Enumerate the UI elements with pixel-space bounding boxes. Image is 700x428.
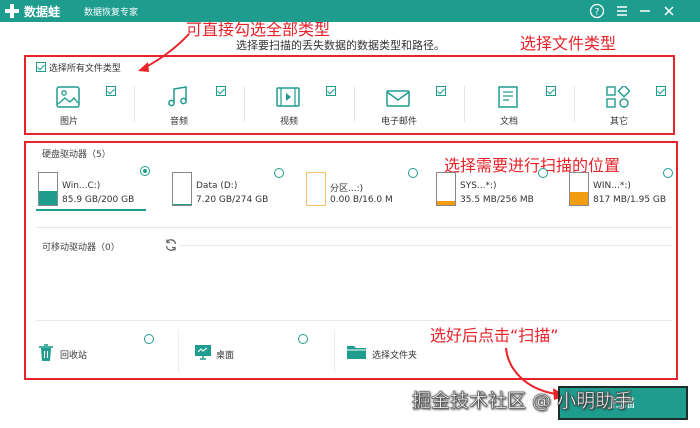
refresh-icon[interactable] bbox=[164, 238, 178, 252]
drive-item[interactable]: Win...C:) 85.9 GB/200 GB bbox=[36, 166, 161, 208]
type-label: 视频 bbox=[279, 117, 298, 127]
document-icon bbox=[498, 86, 518, 108]
music-icon bbox=[168, 86, 187, 107]
location-desktop[interactable]: 桌面 bbox=[192, 328, 317, 378]
drive-usage-fill bbox=[570, 191, 588, 205]
drive-name: 分区...:) bbox=[330, 184, 364, 194]
annotation-file-types: 选择文件类型 bbox=[520, 34, 617, 53]
drive-size: 0.00 B/16.0 M bbox=[330, 195, 393, 205]
divider bbox=[464, 86, 465, 122]
drive-radio[interactable] bbox=[274, 168, 284, 178]
app-subtitle: 数据恢复专家 bbox=[84, 8, 139, 18]
checkbox-icon bbox=[216, 86, 226, 96]
desktop-icon bbox=[195, 345, 211, 360]
recycle-bin-icon bbox=[39, 344, 53, 361]
divider bbox=[134, 86, 135, 122]
menu-icon[interactable] bbox=[614, 3, 630, 19]
checkbox-icon bbox=[326, 86, 336, 96]
app-name: 数据蛙 bbox=[24, 5, 61, 19]
checkbox-icon bbox=[656, 86, 666, 96]
divider bbox=[178, 330, 179, 372]
file-type-list: 图片 音频 视频 电子邮件 文档 其它 bbox=[34, 80, 674, 130]
checkbox-icon bbox=[106, 86, 116, 96]
divider bbox=[354, 86, 355, 122]
drive-icon bbox=[436, 172, 456, 206]
type-label: 文档 bbox=[499, 117, 518, 127]
checkbox-icon bbox=[36, 62, 46, 72]
title-bar: 数据蛙 数据恢复专家 ? bbox=[0, 0, 700, 22]
divider bbox=[574, 86, 575, 122]
drive-size: 7.20 GB/274 GB bbox=[196, 195, 269, 205]
divider bbox=[36, 227, 672, 228]
close-icon[interactable] bbox=[661, 3, 677, 19]
drive-name: Win...C:) bbox=[62, 181, 101, 191]
location-recycle-bin[interactable]: 回收站 bbox=[36, 328, 161, 378]
drive-name: SYS...*:) bbox=[460, 181, 497, 191]
drive-item[interactable]: WIN...*:) 817 MB/1.95 GB bbox=[567, 168, 692, 208]
folder-icon bbox=[347, 346, 366, 359]
drive-icon bbox=[172, 172, 192, 206]
location-radio[interactable] bbox=[144, 334, 154, 344]
drive-usage-fill bbox=[39, 191, 57, 205]
logo-icon bbox=[5, 4, 19, 18]
email-icon bbox=[386, 90, 410, 107]
minimize-icon[interactable] bbox=[637, 3, 653, 19]
type-card-document[interactable]: 文档 bbox=[474, 80, 564, 130]
drive-usage-fill bbox=[173, 204, 191, 205]
drive-icon bbox=[38, 172, 58, 206]
drive-radio[interactable] bbox=[538, 168, 548, 178]
drive-radio[interactable] bbox=[663, 168, 673, 178]
drive-name: WIN...*:) bbox=[593, 181, 631, 191]
type-label: 其它 bbox=[609, 117, 628, 127]
annotation-scan: 选好后点击“扫描” bbox=[430, 326, 559, 345]
location-label: 桌面 bbox=[216, 351, 235, 361]
divider bbox=[244, 86, 245, 122]
type-card-image[interactable]: 图片 bbox=[34, 80, 124, 130]
drive-size: 35.5 MB/256 MB bbox=[460, 195, 534, 205]
selected-drive-underline bbox=[36, 209, 146, 211]
checkbox-icon bbox=[546, 86, 556, 96]
drive-name: Data (D:) bbox=[196, 181, 238, 191]
drive-item[interactable]: SYS...*:) 35.5 MB/256 MB bbox=[434, 168, 559, 208]
drive-radio[interactable] bbox=[140, 166, 150, 176]
drive-size: 85.9 GB/200 GB bbox=[62, 195, 135, 205]
watermark: 掘金技术社区 @ 小明助手 bbox=[412, 390, 634, 413]
hard-drives-title: 硬盘驱动器（5） bbox=[42, 150, 111, 160]
divider bbox=[180, 245, 672, 246]
drive-icon bbox=[569, 172, 589, 206]
image-icon bbox=[56, 86, 80, 108]
select-all-checkbox[interactable]: 选择所有文件类型 bbox=[36, 61, 121, 74]
svg-text:?: ? bbox=[595, 8, 600, 18]
drive-radio[interactable] bbox=[408, 168, 418, 178]
type-label: 电子邮件 bbox=[380, 117, 417, 127]
location-label: 回收站 bbox=[60, 351, 88, 361]
drive-item[interactable]: 分区...:) 0.00 B/16.0 M bbox=[304, 168, 429, 208]
help-icon[interactable]: ? bbox=[589, 3, 605, 19]
drive-icon bbox=[306, 172, 326, 206]
type-label: 图片 bbox=[59, 117, 78, 127]
drive-size: 817 MB/1.95 GB bbox=[593, 195, 667, 205]
divider bbox=[334, 330, 335, 372]
checkbox-icon bbox=[436, 86, 446, 96]
others-icon bbox=[606, 86, 630, 108]
instruction-text: 选择要扫描的丢失数据的数据类型和路径。 bbox=[236, 39, 445, 52]
video-icon bbox=[276, 87, 300, 107]
type-card-others[interactable]: 其它 bbox=[584, 80, 674, 130]
drive-item[interactable]: Data (D:) 7.20 GB/274 GB bbox=[170, 168, 295, 208]
type-card-email[interactable]: 电子邮件 bbox=[364, 80, 454, 130]
drive-usage-fill bbox=[437, 200, 455, 205]
select-all-label: 选择所有文件类型 bbox=[48, 64, 121, 74]
divider bbox=[36, 320, 672, 321]
type-label: 音频 bbox=[169, 117, 188, 127]
removable-title: 可移动驱动器（0） bbox=[42, 243, 120, 253]
location-radio[interactable] bbox=[298, 334, 308, 344]
location-label: 选择文件夹 bbox=[372, 351, 418, 361]
type-card-video[interactable]: 视频 bbox=[254, 80, 344, 130]
type-card-audio[interactable]: 音频 bbox=[144, 80, 234, 130]
